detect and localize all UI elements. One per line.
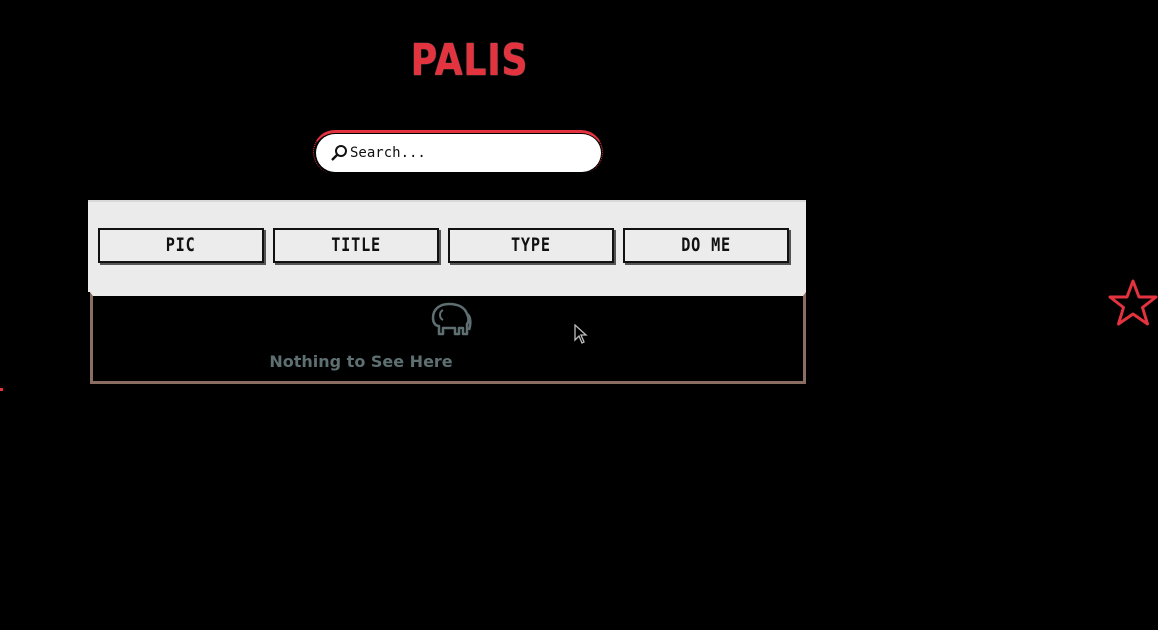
column-header-title[interactable]: TITLE	[273, 228, 439, 263]
table-header: PIC TITLE TYPE DO ME	[88, 200, 806, 292]
empty-state-message: Nothing to See Here	[269, 352, 453, 371]
decorative-dot	[0, 388, 3, 391]
search-input[interactable]	[348, 145, 580, 161]
elephant-icon	[427, 300, 473, 338]
star-outline-icon[interactable]	[1106, 278, 1158, 332]
search-bar[interactable]	[316, 134, 601, 172]
mouse-cursor-icon	[574, 323, 590, 346]
column-label-title: TITLE	[331, 234, 381, 256]
column-header-do-me[interactable]: DO ME	[623, 228, 789, 263]
column-label-do-me: DO ME	[681, 234, 731, 256]
column-header-type[interactable]: TYPE	[448, 228, 614, 263]
search-icon	[330, 144, 348, 162]
column-label-type: TYPE	[511, 234, 551, 256]
column-label-pic: PIC	[166, 234, 196, 256]
column-header-pic[interactable]: PIC	[98, 228, 264, 263]
app-title: PALIS	[410, 35, 529, 86]
table-body: Nothing to See Here	[90, 292, 806, 384]
